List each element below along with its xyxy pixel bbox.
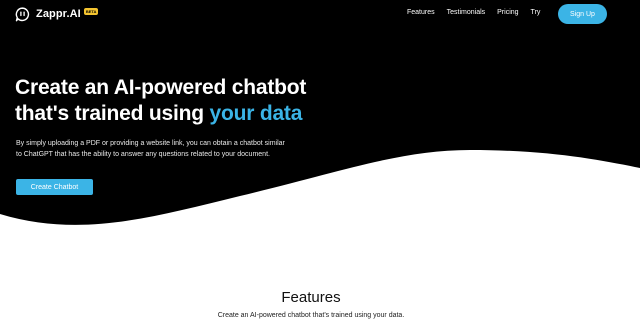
features-subtitle: Create an AI-powered chatbot that's trai…: [217, 312, 405, 319]
headline-accent: your data: [209, 102, 303, 125]
top-navbar: Zappr.AI BETA Features Testimonials Pric…: [0, 0, 640, 28]
description-line1: By simply uploading a PDF or providing a…: [16, 140, 285, 147]
chat-bubble-icon: [15, 6, 30, 21]
nav-link-features[interactable]: Features: [407, 9, 435, 16]
description-line2: to ChatGPT that has the ability to answe…: [16, 150, 270, 158]
nav-link-try[interactable]: Try: [531, 9, 541, 16]
nav-link-pricing[interactable]: Pricing: [497, 9, 518, 16]
create-chatbot-button[interactable]: Create Chatbot: [16, 179, 93, 195]
headline-line1: Create an AI-powered chatbot: [15, 76, 307, 99]
headline-line2-prefix: that's trained using: [15, 102, 210, 125]
hero-headline: Create an AI-powered chatbot that's trai…: [15, 75, 306, 127]
hero-description: By simply uploading a PDF or providing a…: [16, 139, 316, 160]
nav-link-testimonials[interactable]: Testimonials: [447, 9, 486, 16]
nav-links: Features Testimonials Pricing Try: [407, 9, 552, 16]
signup-button[interactable]: Sign Up: [558, 4, 607, 24]
brand-name: Zappr.AI: [36, 8, 81, 20]
beta-badge: BETA: [83, 7, 99, 15]
features-title: Features: [281, 289, 341, 306]
brand-logo[interactable]: Zappr.AI BETA: [15, 6, 99, 22]
